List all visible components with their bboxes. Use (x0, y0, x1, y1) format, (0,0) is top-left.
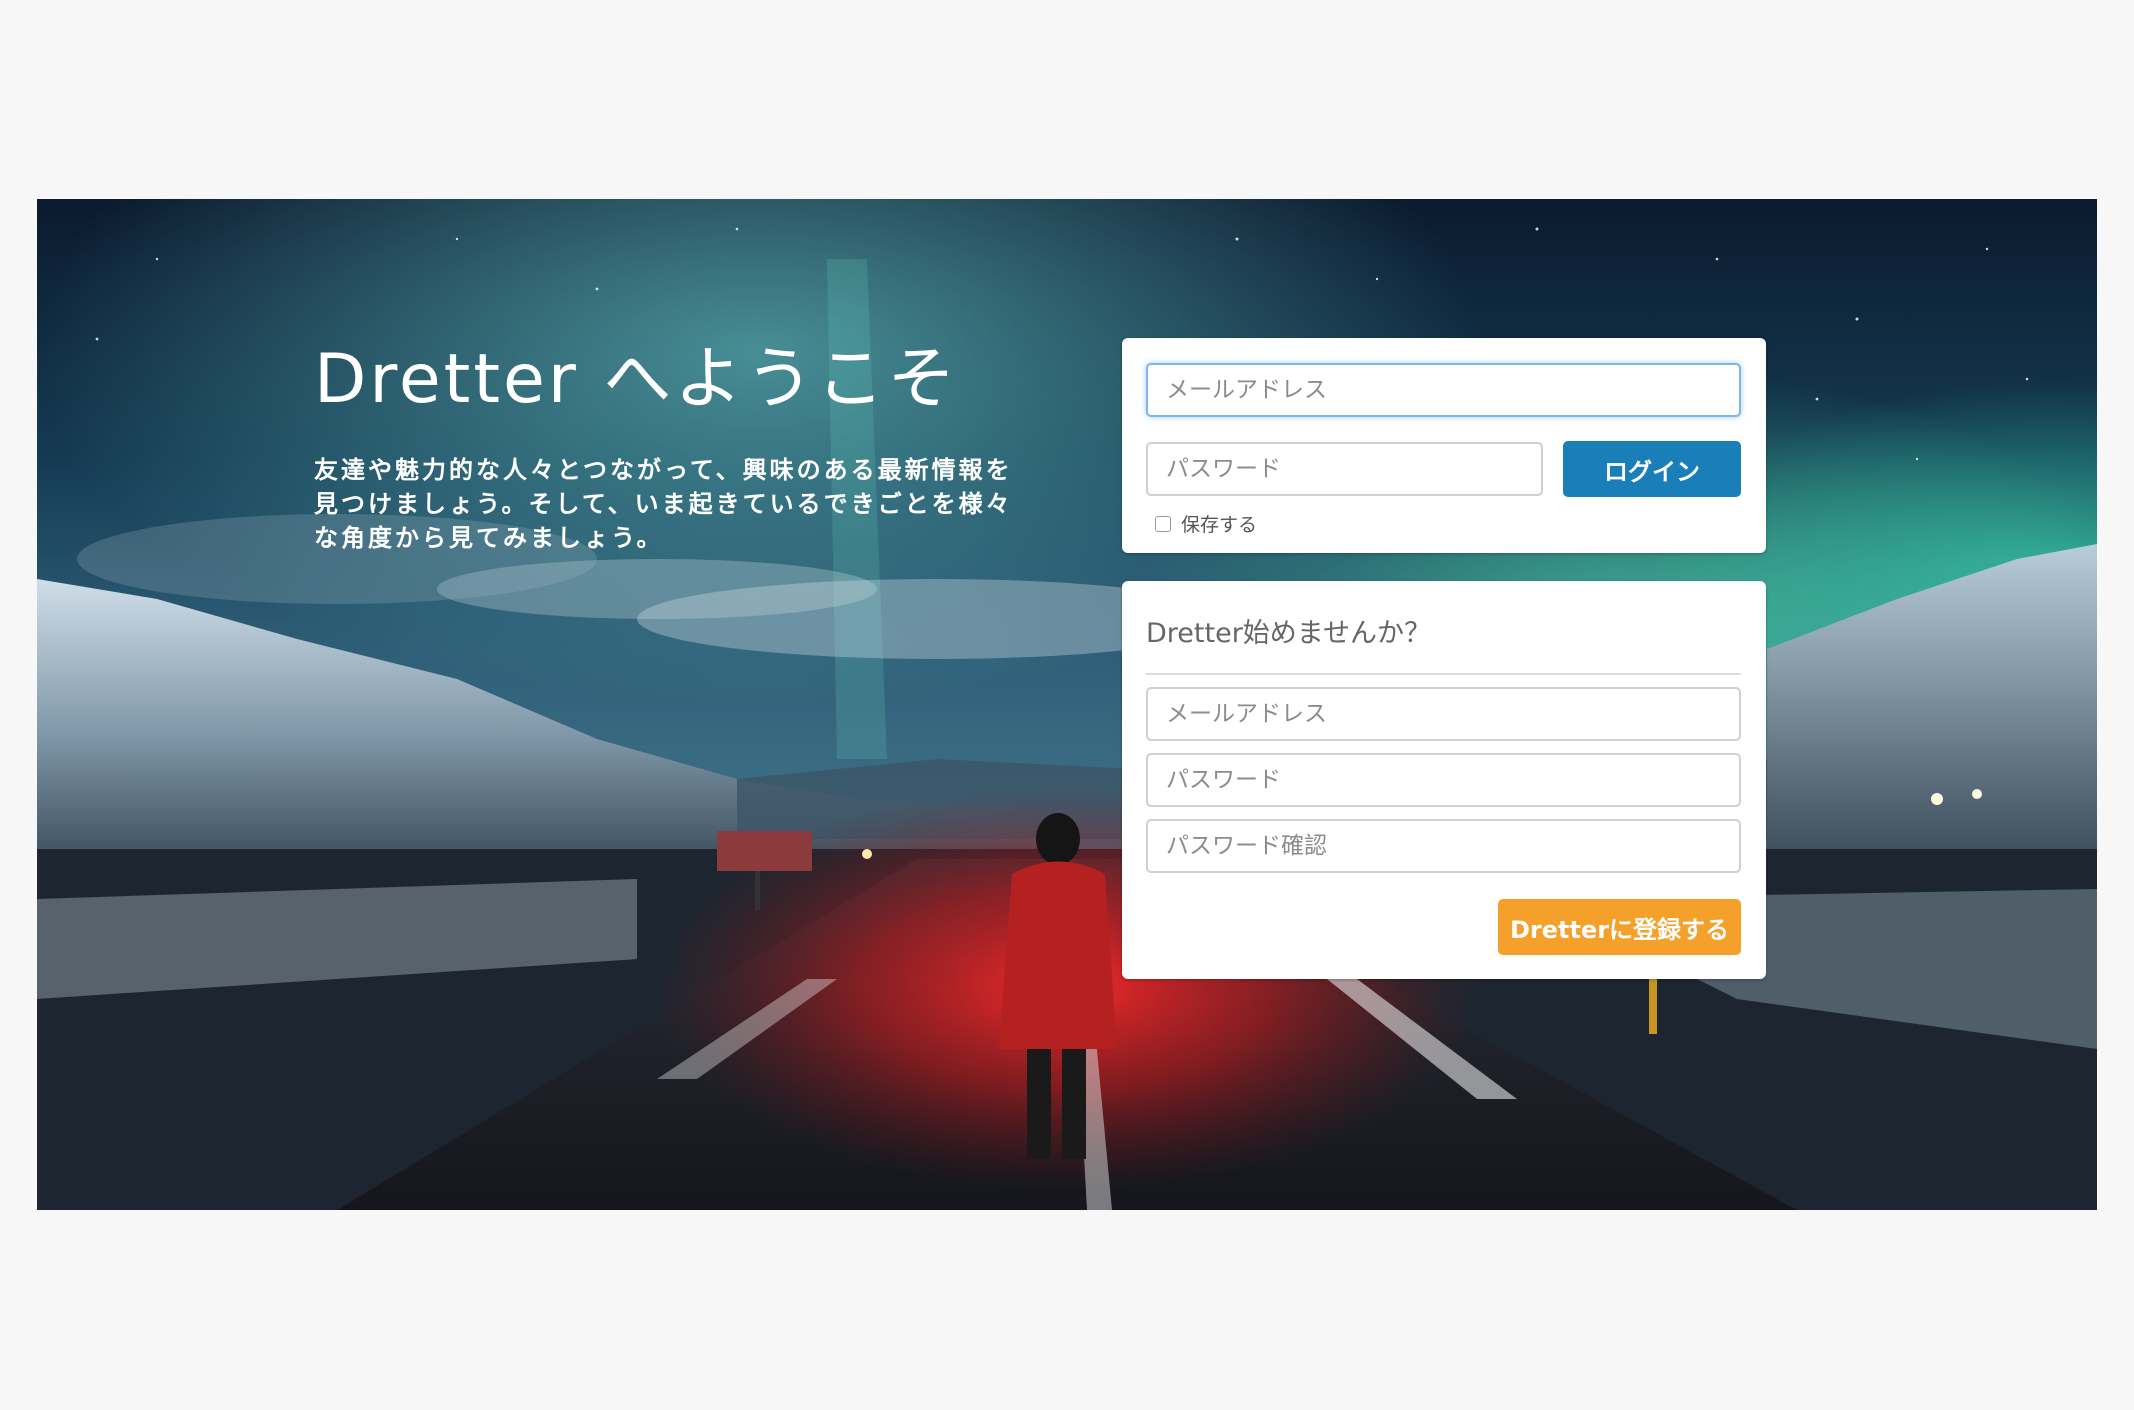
signup-title: Dretter始めませんか？ (1146, 618, 1431, 649)
signup-panel: Dretter始めませんか？ Dretterに登録する (1122, 581, 1766, 979)
welcome-title: Dretter へようこそ (314, 340, 959, 419)
login-email-input[interactable] (1146, 363, 1741, 417)
login-panel: ログイン 保存する (1122, 338, 1766, 553)
signup-divider (1146, 673, 1741, 675)
remember-me[interactable]: 保存する (1155, 510, 1257, 537)
login-password-input[interactable] (1146, 442, 1543, 496)
signup-password-confirm-input[interactable] (1146, 819, 1741, 873)
welcome-section: Dretter へようこそ 友達や魅力的な人々とつながって、興味のある最新情報を… (314, 339, 1074, 555)
signup-email-input[interactable] (1146, 687, 1741, 741)
welcome-description: 友達や魅力的な人々とつながって、興味のある最新情報を見つけましょう。そして、いま… (314, 455, 1013, 552)
login-button[interactable]: ログイン (1563, 441, 1741, 497)
signup-password-input[interactable] (1146, 753, 1741, 807)
signup-button[interactable]: Dretterに登録する (1498, 899, 1741, 955)
remember-checkbox[interactable] (1155, 515, 1171, 532)
remember-label: 保存する (1181, 514, 1258, 536)
hero-banner: Dretter へようこそ 友達や魅力的な人々とつながって、興味のある最新情報を… (37, 199, 2097, 1210)
